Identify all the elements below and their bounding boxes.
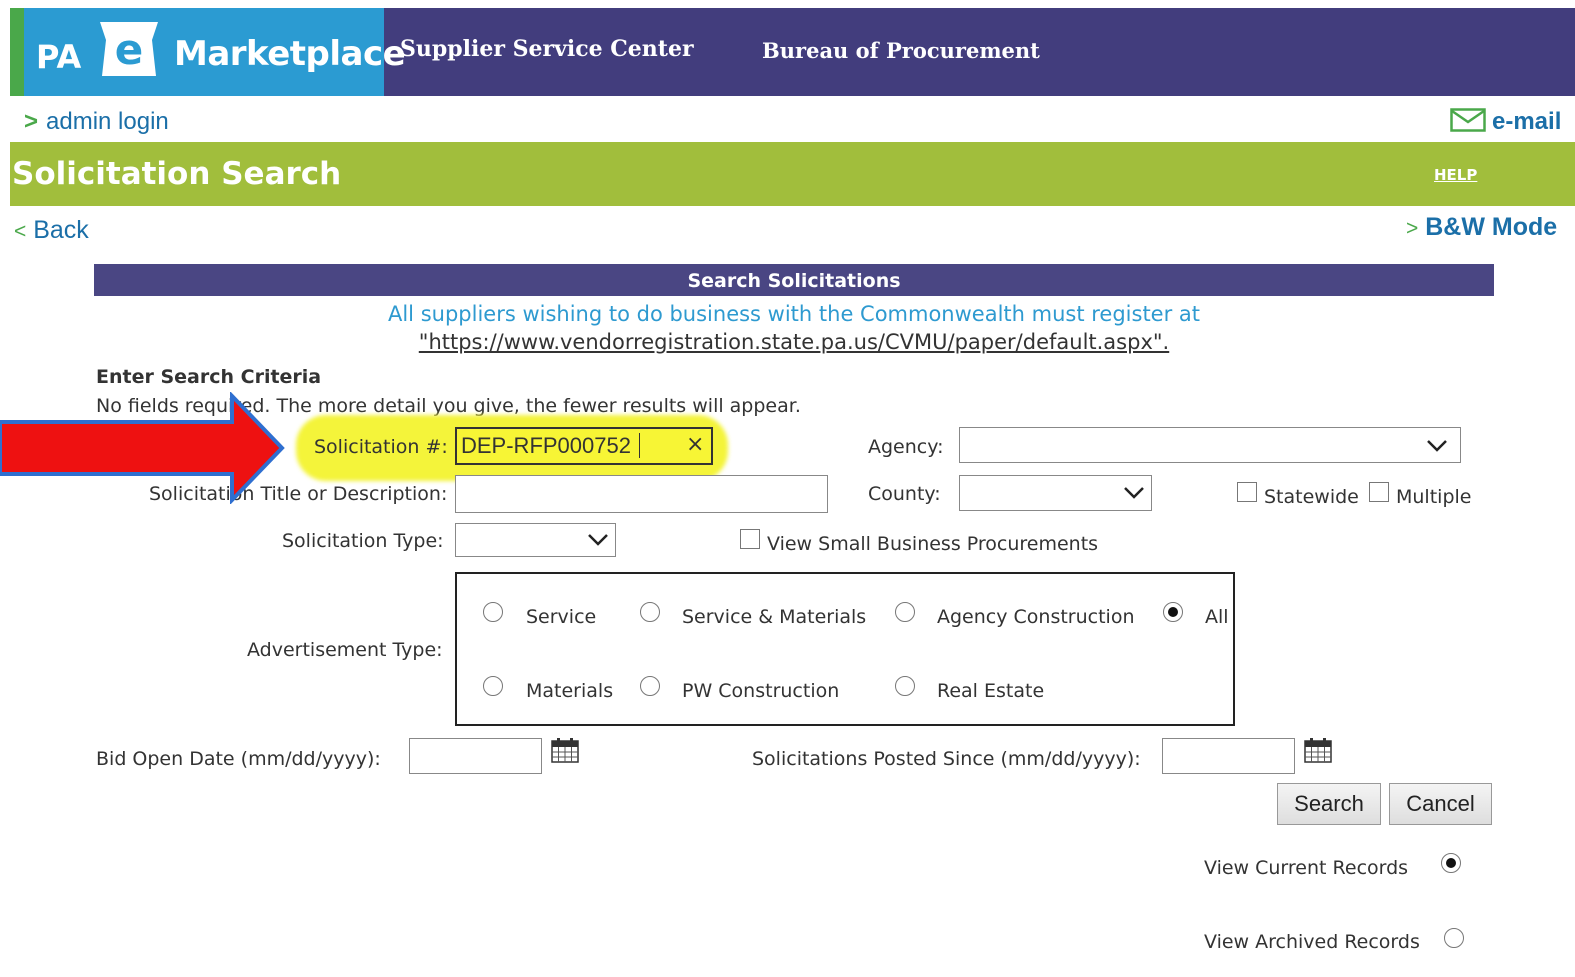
chevron-right-icon: > bbox=[1406, 217, 1419, 240]
calendar-icon[interactable] bbox=[1304, 737, 1332, 763]
search-solicitations-header: Search Solicitations bbox=[94, 264, 1494, 296]
radio-agency-construction-label: Agency Construction bbox=[937, 606, 1135, 628]
radio-service[interactable] bbox=[483, 602, 503, 622]
radio-all-label: All bbox=[1205, 606, 1229, 628]
bid-open-date-input[interactable] bbox=[409, 738, 542, 774]
radio-pw-construction-label: PW Construction bbox=[682, 680, 840, 702]
keystone-icon: e bbox=[100, 22, 158, 76]
search-button[interactable]: Search bbox=[1277, 783, 1381, 825]
logo-pa-text: PA bbox=[36, 38, 82, 76]
solicitation-type-label: Solicitation Type: bbox=[282, 530, 444, 552]
radio-pw-construction[interactable] bbox=[640, 676, 660, 696]
view-current-label: View Current Records bbox=[1204, 857, 1409, 879]
envelope-icon bbox=[1450, 108, 1486, 132]
solicitation-number-label: Solicitation #: bbox=[314, 436, 448, 458]
bureau-of-procurement-link[interactable]: Bureau of Procurement bbox=[762, 38, 1040, 63]
back-link[interactable]: < Back bbox=[14, 216, 89, 245]
statewide-checkbox[interactable] bbox=[1237, 482, 1257, 502]
radio-all[interactable] bbox=[1163, 602, 1183, 622]
registration-notice-text: All suppliers wishing to do business wit… bbox=[387, 302, 1201, 326]
view-archived-label: View Archived Records bbox=[1204, 931, 1420, 953]
solicitation-number-value: DEP-RFP000752 bbox=[461, 433, 631, 458]
cancel-button[interactable]: Cancel bbox=[1389, 783, 1492, 825]
pa-emarketplace-logo[interactable]: PA e Marketplace bbox=[10, 8, 406, 96]
county-select[interactable] bbox=[959, 475, 1152, 511]
radio-agency-construction[interactable] bbox=[895, 602, 915, 622]
view-archived-radio[interactable] bbox=[1444, 928, 1464, 948]
bw-mode-label: B&W Mode bbox=[1425, 213, 1558, 241]
radio-materials[interactable] bbox=[483, 676, 503, 696]
multiple-checkbox[interactable] bbox=[1369, 482, 1389, 502]
solicitation-type-select[interactable] bbox=[455, 523, 616, 557]
radio-service-materials[interactable] bbox=[640, 602, 660, 622]
logo-e-letter: e bbox=[115, 25, 144, 74]
solicitation-number-input[interactable]: DEP-RFP000752 bbox=[455, 427, 713, 465]
agency-select[interactable] bbox=[959, 427, 1461, 463]
clear-icon[interactable]: × bbox=[686, 432, 704, 457]
bid-open-date-label: Bid Open Date (mm/dd/yyyy): bbox=[96, 748, 381, 770]
email-link[interactable]: e-mail bbox=[1450, 108, 1561, 136]
multiple-label: Multiple bbox=[1396, 486, 1472, 508]
agency-label: Agency: bbox=[868, 436, 944, 458]
calendar-icon[interactable] bbox=[551, 737, 579, 763]
small-business-checkbox[interactable] bbox=[740, 529, 760, 549]
chevron-left-icon: < bbox=[14, 220, 27, 243]
registration-url-link[interactable]: "https://www.vendorregistration.state.pa… bbox=[419, 330, 1169, 354]
radio-service-materials-label: Service & Materials bbox=[682, 606, 867, 628]
radio-real-estate[interactable] bbox=[895, 676, 915, 696]
posted-since-input[interactable] bbox=[1162, 738, 1295, 774]
supplier-service-center-link[interactable]: Supplier Service Center bbox=[400, 36, 694, 62]
help-link[interactable]: HELP bbox=[1434, 166, 1477, 184]
red-arrow-annotation bbox=[0, 392, 285, 504]
statewide-label: Statewide bbox=[1264, 486, 1359, 508]
chevron-down-icon bbox=[588, 534, 608, 546]
page-title: Solicitation Search bbox=[12, 156, 342, 192]
text-cursor bbox=[638, 433, 647, 458]
radio-service-label: Service bbox=[526, 606, 597, 628]
chevron-right-icon: > bbox=[24, 108, 39, 135]
advertisement-type-group bbox=[455, 572, 1235, 726]
radio-real-estate-label: Real Estate bbox=[937, 680, 1045, 702]
back-label: Back bbox=[33, 216, 89, 244]
chevron-down-icon bbox=[1124, 487, 1144, 499]
view-current-radio[interactable] bbox=[1441, 853, 1461, 873]
email-label: e-mail bbox=[1492, 108, 1562, 135]
advertisement-type-label: Advertisement Type: bbox=[247, 639, 443, 661]
chevron-down-icon bbox=[1427, 440, 1447, 452]
bw-mode-link[interactable]: > B&W Mode bbox=[1406, 213, 1557, 242]
logo-marketplace-text: Marketplace bbox=[174, 34, 406, 74]
admin-login-link[interactable]: > admin login bbox=[24, 108, 169, 136]
radio-materials-label: Materials bbox=[526, 680, 614, 702]
admin-login-label: admin login bbox=[46, 108, 169, 135]
small-business-label: View Small Business Procurements bbox=[767, 533, 1099, 555]
title-description-input[interactable] bbox=[455, 475, 828, 513]
county-label: County: bbox=[868, 483, 941, 505]
registration-notice: All suppliers wishing to do business wit… bbox=[94, 300, 1494, 356]
criteria-heading: Enter Search Criteria bbox=[96, 366, 322, 388]
posted-since-label: Solicitations Posted Since (mm/dd/yyyy): bbox=[752, 748, 1141, 770]
